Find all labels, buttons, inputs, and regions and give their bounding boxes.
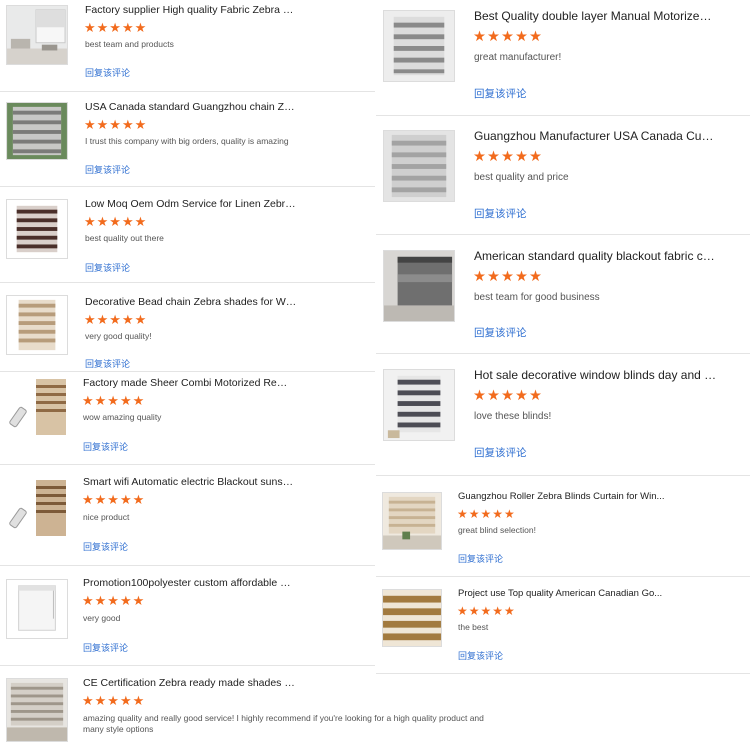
review-item: American standard quality blackout fabri… bbox=[376, 235, 750, 354]
product-title[interactable]: Guangzhou Manufacturer USA Canada Custom… bbox=[474, 129, 718, 143]
star-rating: ★★★★★ bbox=[457, 507, 516, 521]
product-title[interactable]: CE Certification Zebra ready made shades… bbox=[83, 677, 295, 689]
product-title[interactable]: American standard quality blackout fabri… bbox=[474, 249, 718, 263]
window-zebra-blind-icon bbox=[7, 103, 67, 159]
product-title[interactable]: Factory made Sheer Combi Motorized Remot… bbox=[83, 377, 295, 389]
product-title[interactable]: Smart wifi Automatic electric Blackout s… bbox=[83, 476, 295, 488]
product-title[interactable]: Low Moq Oem Odm Service for Linen Zebra … bbox=[85, 198, 297, 210]
product-thumbnail[interactable] bbox=[6, 295, 68, 355]
reply-link[interactable]: 回复该评论 bbox=[85, 163, 130, 176]
star-rating: ★★★★★ bbox=[82, 593, 146, 608]
review-comment: best team and products bbox=[85, 39, 174, 49]
review-item: Promotion100polyester custom affordable … bbox=[0, 566, 375, 666]
product-title[interactable]: Factory supplier High quality Fabric Zeb… bbox=[85, 4, 297, 16]
dark-zebra-blind-icon bbox=[7, 200, 67, 258]
product-thumbnail[interactable] bbox=[383, 130, 455, 202]
reply-link[interactable]: 回复该评论 bbox=[474, 206, 527, 221]
review-comment: I trust this company with big orders, qu… bbox=[85, 136, 289, 146]
product-thumbnail[interactable] bbox=[6, 102, 68, 160]
product-thumbnail[interactable] bbox=[383, 250, 455, 322]
review-comment: very good bbox=[83, 613, 121, 623]
product-title[interactable]: USA Canada standard Guangzhou chain Zebr… bbox=[85, 101, 297, 113]
review-comment: wow amazing quality bbox=[83, 412, 162, 422]
review-comment: great blind selection! bbox=[458, 525, 536, 535]
review-item: Project use Top quality American Canadia… bbox=[376, 577, 750, 674]
review-item: Best Quality double layer Manual Motoriz… bbox=[376, 0, 750, 116]
star-rating: ★★★★★ bbox=[82, 492, 146, 507]
reply-link[interactable]: 回复该评论 bbox=[474, 445, 527, 460]
blind-with-remote-icon bbox=[6, 478, 68, 538]
reply-link[interactable]: 回复该评论 bbox=[474, 325, 527, 340]
star-rating: ★★★★★ bbox=[82, 693, 146, 708]
product-thumbnail[interactable] bbox=[6, 579, 68, 639]
blind-with-remote-icon bbox=[6, 377, 68, 437]
beige-zebra-blind-icon bbox=[7, 296, 67, 354]
reply-link[interactable]: 回复该评论 bbox=[85, 66, 130, 79]
star-rating: ★★★★★ bbox=[473, 149, 543, 165]
review-comment: amazing quality and really good service!… bbox=[83, 713, 484, 734]
review-comment: best quality and price bbox=[474, 172, 569, 183]
reply-link[interactable]: 回复该评论 bbox=[83, 440, 128, 453]
product-thumbnail[interactable] bbox=[383, 369, 455, 441]
reply-link[interactable]: 回复该评论 bbox=[83, 540, 128, 553]
star-rating: ★★★★★ bbox=[473, 29, 543, 45]
room-with-roller-blind-icon bbox=[7, 6, 67, 64]
product-thumbnail[interactable] bbox=[6, 678, 68, 742]
grey-blackout-blind-icon bbox=[384, 251, 454, 321]
review-item: Guangzhou Manufacturer USA Canada Custom… bbox=[376, 116, 750, 235]
white-roller-blind-icon bbox=[7, 580, 67, 638]
product-title[interactable]: Hot sale decorative window blinds day an… bbox=[474, 368, 718, 382]
review-item: CE Certification Zebra ready made shades… bbox=[0, 666, 484, 750]
review-comment: love these blinds! bbox=[474, 411, 552, 422]
product-thumbnail[interactable] bbox=[6, 199, 68, 259]
review-item: USA Canada standard Guangzhou chain Zebr… bbox=[0, 92, 375, 187]
review-item: Smart wifi Automatic electric Blackout s… bbox=[0, 465, 375, 566]
reply-link[interactable]: 回复该评论 bbox=[458, 552, 503, 565]
product-title[interactable]: Guangzhou Roller Zebra Blinds Curtain fo… bbox=[458, 491, 670, 502]
review-comment: nice product bbox=[83, 512, 130, 522]
star-rating: ★★★★★ bbox=[473, 269, 543, 285]
review-comment: great manufacturer! bbox=[474, 52, 562, 63]
wood-stripe-blind-icon bbox=[383, 590, 441, 646]
product-title[interactable]: Project use Top quality American Canadia… bbox=[458, 588, 670, 599]
product-title[interactable]: Best Quality double layer Manual Motoriz… bbox=[474, 9, 718, 23]
review-item: Guangzhou Roller Zebra Blinds Curtain fo… bbox=[376, 476, 750, 577]
product-thumbnail[interactable] bbox=[382, 589, 442, 647]
product-thumbnail[interactable] bbox=[6, 478, 68, 538]
review-comment: very good quality! bbox=[85, 331, 152, 341]
star-rating: ★★★★★ bbox=[84, 312, 148, 327]
review-item: Factory supplier High quality Fabric Zeb… bbox=[0, 0, 375, 92]
star-rating: ★★★★★ bbox=[84, 214, 148, 229]
star-rating: ★★★★★ bbox=[84, 117, 148, 132]
reply-link[interactable]: 回复该评论 bbox=[458, 649, 503, 662]
dark-striped-blind-icon bbox=[384, 370, 454, 440]
blind-over-window-icon bbox=[383, 493, 441, 549]
product-thumbnail[interactable] bbox=[382, 492, 442, 550]
review-comment: best quality out there bbox=[85, 233, 164, 243]
review-comment: best team for good business bbox=[474, 292, 600, 303]
sheer-blind-room-icon bbox=[7, 679, 67, 741]
product-thumbnail[interactable] bbox=[383, 10, 455, 82]
product-thumbnail[interactable] bbox=[6, 377, 68, 437]
product-title[interactable]: Decorative Bead chain Zebra shades for W… bbox=[85, 296, 297, 308]
star-rating: ★★★★★ bbox=[473, 388, 543, 404]
star-rating: ★★★★★ bbox=[457, 604, 516, 618]
reply-link[interactable]: 回复该评论 bbox=[85, 261, 130, 274]
reply-link[interactable]: 回复该评论 bbox=[85, 357, 130, 370]
reply-link[interactable]: 回复该评论 bbox=[474, 86, 527, 101]
reply-link[interactable]: 回复该评论 bbox=[83, 641, 128, 654]
star-rating: ★★★★★ bbox=[84, 20, 148, 35]
review-item: Factory made Sheer Combi Motorized Remot… bbox=[0, 372, 375, 465]
review-item: Low Moq Oem Odm Service for Linen Zebra … bbox=[0, 187, 375, 283]
product-thumbnail[interactable] bbox=[6, 5, 68, 65]
review-item: Decorative Bead chain Zebra shades for W… bbox=[0, 283, 375, 372]
star-rating: ★★★★★ bbox=[82, 393, 146, 408]
product-title[interactable]: Promotion100polyester custom affordable … bbox=[83, 577, 295, 589]
review-item: Hot sale decorative window blinds day an… bbox=[376, 354, 750, 476]
grey-zebra-blind-icon bbox=[384, 11, 454, 81]
review-comment: the best bbox=[458, 622, 489, 632]
light-grey-zebra-blind-icon bbox=[384, 131, 454, 201]
